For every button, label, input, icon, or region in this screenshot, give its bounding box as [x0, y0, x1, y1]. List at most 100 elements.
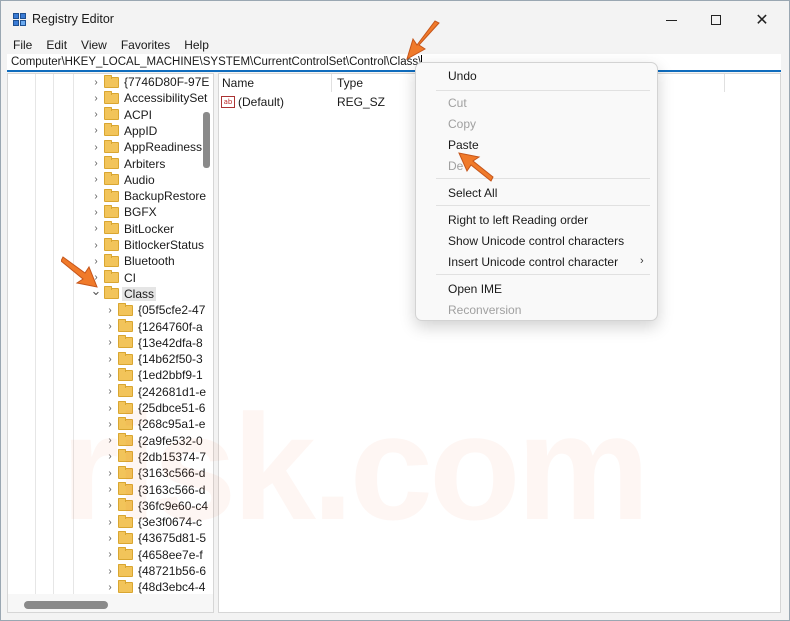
chevron-right-icon[interactable]: ›: [104, 319, 116, 335]
tree-item[interactable]: › AccessibilitySet: [90, 90, 209, 106]
chevron-right-icon[interactable]: ›: [90, 172, 102, 188]
tree-item[interactable]: › BackupRestore: [90, 188, 208, 204]
ctx-insert-unicode[interactable]: Insert Unicode control character: [448, 253, 618, 271]
minimize-icon: [665, 19, 677, 21]
column-header-name[interactable]: Name: [222, 76, 254, 90]
tree-item[interactable]: › {2a9fe532-0: [104, 433, 205, 449]
tree-item[interactable]: › {242681d1-e: [104, 384, 208, 400]
tree-item[interactable]: › {36fc9e60-c4: [104, 498, 210, 514]
chevron-right-icon[interactable]: ›: [104, 384, 116, 400]
chevron-right-icon[interactable]: ›: [104, 482, 116, 498]
chevron-right-icon[interactable]: ›: [104, 351, 116, 367]
tree-item[interactable]: › {3163c566-d: [104, 482, 207, 498]
menu-view[interactable]: View: [74, 37, 114, 53]
chevron-right-icon[interactable]: ›: [90, 221, 102, 237]
chevron-right-icon[interactable]: ›: [104, 433, 116, 449]
chevron-right-icon[interactable]: ›: [104, 547, 116, 563]
menu-separator: [436, 274, 650, 275]
ctx-paste[interactable]: Paste: [448, 136, 479, 154]
column-separator[interactable]: [331, 74, 332, 92]
minimize-button[interactable]: [651, 7, 691, 33]
column-header-type[interactable]: Type: [337, 76, 363, 90]
tree-item[interactable]: › {1ed2bbf9-1: [104, 367, 205, 383]
menu-file[interactable]: File: [1, 37, 39, 53]
tree-item[interactable]: › {3e3f0674-c: [104, 514, 204, 530]
tree-item[interactable]: › BGFX: [90, 204, 159, 220]
tree-item-label: {3e3f0674-c: [138, 515, 203, 530]
chevron-right-icon[interactable]: ›: [90, 90, 102, 106]
folder-icon: [104, 74, 119, 88]
folder-icon: [118, 367, 133, 381]
chevron-right-icon[interactable]: ›: [104, 498, 116, 514]
tree-item[interactable]: › BitLocker: [90, 221, 176, 237]
tree-item[interactable]: ⌄ Class: [90, 283, 157, 302]
chevron-right-icon[interactable]: ›: [104, 302, 116, 318]
ctx-select-all[interactable]: Select All: [448, 184, 497, 202]
ctx-open-ime[interactable]: Open IME: [448, 280, 502, 298]
menu-edit[interactable]: Edit: [39, 37, 74, 53]
tree-vertical-scrollbar[interactable]: [203, 112, 210, 168]
ctx-show-unicode[interactable]: Show Unicode control characters: [448, 232, 624, 250]
menu-favorites[interactable]: Favorites: [114, 37, 177, 53]
chevron-right-icon[interactable]: ›: [104, 416, 116, 432]
chevron-right-icon[interactable]: ›: [104, 514, 116, 530]
tree-item[interactable]: › {05f5cfe2-47: [104, 302, 207, 318]
chevron-right-icon[interactable]: ›: [104, 335, 116, 351]
tree-item[interactable]: › AppID: [90, 123, 159, 139]
chevron-right-icon[interactable]: ›: [90, 237, 102, 253]
tree-item[interactable]: › {2db15374-7: [104, 449, 208, 465]
value-row-default[interactable]: ab (Default) REG_SZ: [221, 94, 385, 110]
chevron-right-icon[interactable]: ›: [90, 156, 102, 172]
key-tree-pane[interactable]: › {7746D80F-97E › AccessibilitySet › ACPI › App…: [7, 73, 214, 613]
menu-separator: [436, 90, 650, 91]
chevron-right-icon[interactable]: ›: [104, 465, 116, 481]
tree-item[interactable]: › {13e42dfa-8: [104, 335, 205, 351]
tree-item[interactable]: › {268c95a1-e: [104, 416, 207, 432]
tree-item[interactable]: › {3163c566-d: [104, 465, 207, 481]
ctx-undo[interactable]: Undo: [448, 67, 477, 85]
tree-horizontal-scrollbar[interactable]: [24, 601, 108, 609]
chevron-right-icon[interactable]: ›: [104, 579, 116, 595]
chevron-down-icon[interactable]: ⌄: [90, 283, 102, 299]
chevron-right-icon[interactable]: ›: [90, 123, 102, 139]
ctx-cut[interactable]: Cut: [448, 94, 467, 112]
maximize-button[interactable]: [696, 7, 736, 33]
chevron-right-icon[interactable]: ›: [104, 530, 116, 546]
address-bar[interactable]: Computer\HKEY_LOCAL_MACHINE\SYSTEM\Curre…: [7, 54, 781, 72]
chevron-right-icon[interactable]: ›: [90, 204, 102, 220]
chevron-right-icon[interactable]: ›: [90, 139, 102, 155]
tree-item[interactable]: › {4658ee7e-f: [104, 547, 205, 563]
tree-item[interactable]: › Bluetooth: [90, 253, 177, 269]
tree-item[interactable]: › {25dbce51-6: [104, 400, 207, 416]
tree-item[interactable]: › {14b62f50-3: [104, 351, 205, 367]
chevron-right-icon[interactable]: ›: [90, 74, 102, 90]
chevron-right-icon[interactable]: ›: [90, 107, 102, 123]
chevron-right-icon[interactable]: ›: [90, 253, 102, 269]
tree-item[interactable]: › {43675d81-5: [104, 530, 208, 546]
chevron-right-icon[interactable]: ›: [104, 367, 116, 383]
chevron-right-icon[interactable]: ›: [104, 400, 116, 416]
tree-item[interactable]: › BitlockerStatus: [90, 237, 206, 253]
tree-item[interactable]: › ACPI: [90, 107, 154, 123]
tree-item[interactable]: › {48d3ebc4-4: [104, 579, 207, 595]
chevron-right-icon[interactable]: ›: [90, 188, 102, 204]
ctx-reconversion[interactable]: Reconversion: [448, 301, 521, 319]
folder-icon: [118, 482, 133, 495]
menu-help[interactable]: Help: [177, 37, 216, 53]
tree-item[interactable]: › AppReadiness: [90, 139, 204, 155]
chevron-right-icon[interactable]: ›: [104, 563, 116, 579]
ctx-delete[interactable]: De: [448, 157, 463, 175]
tree-item[interactable]: › Audio: [90, 172, 157, 188]
ctx-copy[interactable]: Copy: [448, 115, 476, 133]
chevron-right-icon[interactable]: ›: [104, 449, 116, 465]
folder-icon: [118, 384, 133, 398]
tree-item[interactable]: › {1264760f-a: [104, 319, 205, 335]
tree-item[interactable]: › {7746D80F-97E: [90, 74, 211, 90]
tree-item[interactable]: › Arbiters: [90, 156, 167, 172]
ctx-rtl-reading[interactable]: Right to left Reading order: [448, 211, 588, 229]
title-bar[interactable]: Registry Editor ✕: [1, 1, 789, 37]
tree-item[interactable]: › {48721b56-6: [104, 563, 208, 579]
close-button[interactable]: ✕: [742, 7, 782, 33]
tree-item-label: {4658ee7e-f: [138, 547, 203, 562]
column-separator[interactable]: [724, 74, 725, 92]
